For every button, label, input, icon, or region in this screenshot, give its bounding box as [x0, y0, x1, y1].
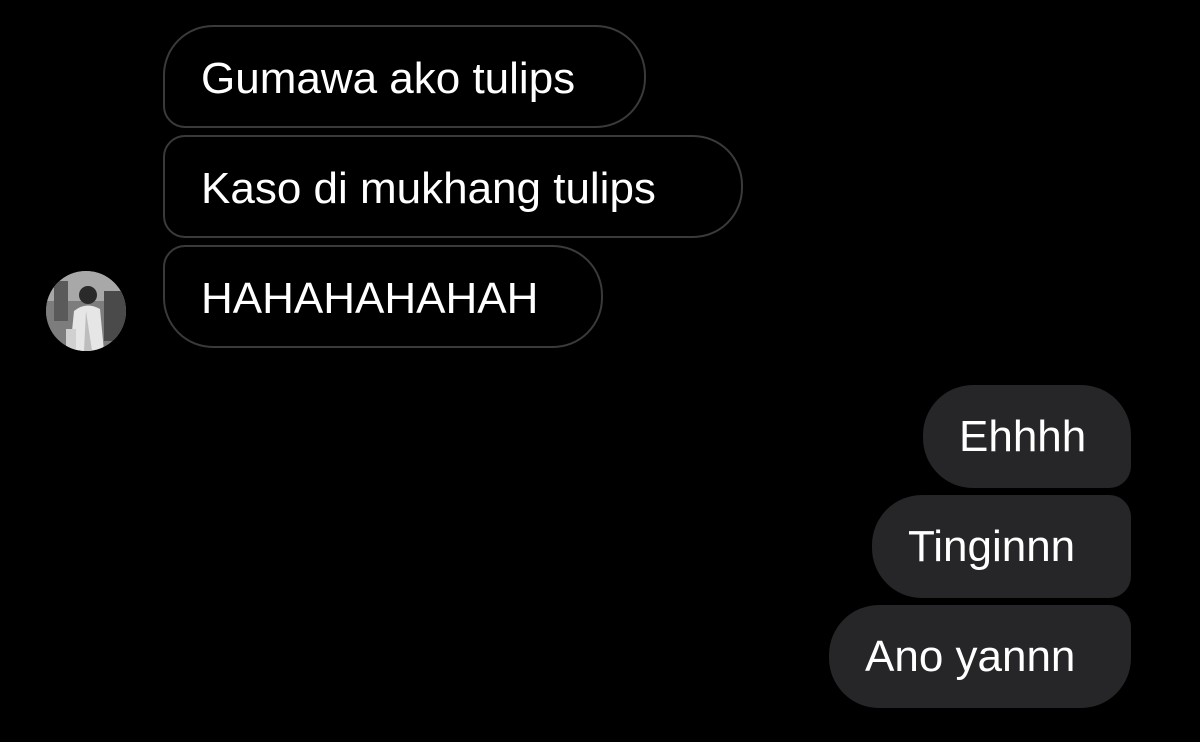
sent-message-bubble[interactable]: Ano yannn	[829, 605, 1131, 708]
message-text: Kaso di mukhang tulips	[201, 164, 656, 213]
message-text: Ano yannn	[865, 632, 1076, 681]
sent-message-bubble[interactable]: Ehhhh	[923, 385, 1131, 488]
message-text: Gumawa ako tulips	[201, 54, 576, 103]
received-message-bubble[interactable]: Kaso di mukhang tulips	[163, 135, 743, 238]
chat-thread: Gumawa ako tulips Kaso di mukhang tulips…	[0, 0, 1200, 742]
received-message-bubble[interactable]: HAHAHAHAHAH	[163, 245, 603, 348]
received-message-bubble[interactable]: Gumawa ako tulips	[163, 25, 646, 128]
sent-message-bubble[interactable]: Tinginnn	[872, 495, 1131, 598]
contact-avatar[interactable]	[46, 271, 126, 351]
profile-photo-icon	[46, 271, 126, 351]
message-text: Tinginnn	[908, 522, 1076, 571]
message-text: Ehhhh	[959, 412, 1087, 461]
message-text: HAHAHAHAHAH	[201, 274, 539, 323]
